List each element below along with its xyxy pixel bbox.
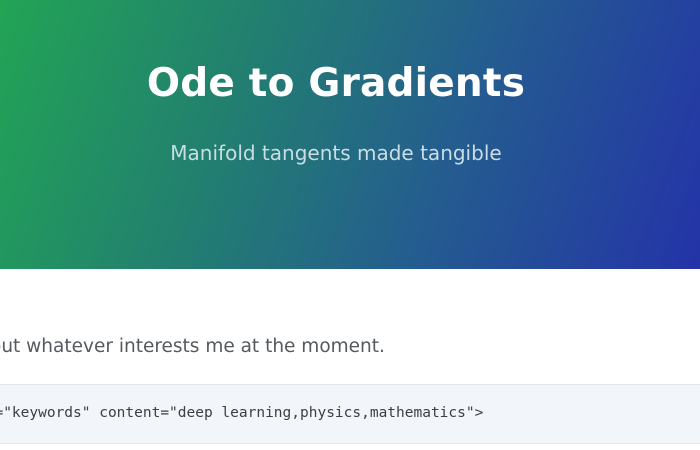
code-block: me="keywords" content="deep learning,phy… (0, 384, 700, 444)
page-subtitle: Manifold tangents made tangible (170, 141, 502, 165)
intro-paragraph: out whatever interests me at the moment. (0, 336, 385, 357)
hero-banner: Ode to Gradients Manifold tangents made … (0, 0, 700, 269)
code-line: me="keywords" content="deep learning,phy… (0, 405, 484, 421)
page-title: Ode to Gradients (146, 61, 526, 106)
